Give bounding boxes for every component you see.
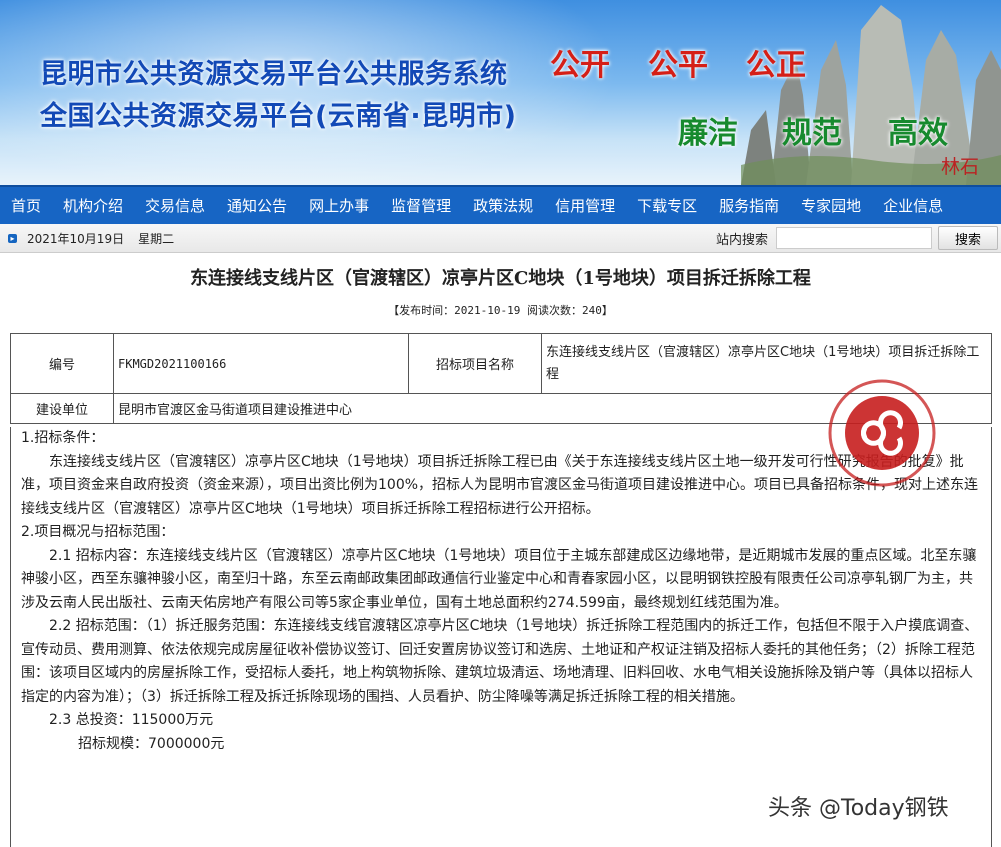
slogan-gongkai: 公开: [550, 48, 610, 83]
slogan-lianjie: 廉洁: [678, 116, 738, 151]
section2-3-text: 2.3 总投资：115000万元: [49, 712, 214, 728]
nav-item-experts[interactable]: 专家园地: [790, 195, 872, 216]
current-weekday: 星期二: [138, 231, 175, 246]
header-banner: 昆明市公共资源交易平台公共服务系统 全国公共资源交易平台(云南省·昆明市) 公开…: [0, 0, 1001, 185]
label-number: 编号: [10, 333, 114, 394]
nav-item-downloads[interactable]: 下载专区: [626, 195, 708, 216]
banner-title-line2: 全国公共资源交易平台(云南省·昆明市): [40, 101, 517, 132]
label-project-name: 招标项目名称: [408, 333, 542, 394]
nav-item-notices[interactable]: 通知公告: [216, 195, 298, 216]
nav-item-policy[interactable]: 政策法规: [462, 195, 544, 216]
site-search: 站内搜索 搜索: [716, 226, 1001, 250]
section2-heading: 2.项目概况与招标范围：: [21, 524, 175, 540]
watermark: 头条 @Today钢铁: [768, 796, 949, 821]
slogan-gaoxiao: 高效: [888, 116, 948, 151]
bid-scale-text: 招标规模：7000000元: [78, 735, 225, 752]
slogan-guifan: 规范: [782, 116, 842, 151]
banner-stamp: 林石: [940, 156, 979, 178]
nav-item-about[interactable]: 机构介绍: [52, 195, 134, 216]
project-number: FKMGD2021100166: [113, 333, 409, 394]
nav-item-enterprise[interactable]: 企业信息: [872, 195, 954, 216]
banner-title-line1: 昆明市公共资源交易平台公共服务系统: [40, 59, 508, 90]
article-title: 东连接线支线片区（官渡辖区）凉亭片区C地块（1号地块）项目拆迁拆除工程: [190, 268, 811, 289]
article-body: 1.招标条件： 东连接线支线片区（官渡辖区）凉亭片区C地块（1号地块）项目拆迁拆…: [10, 427, 992, 847]
search-label: 站内搜索: [715, 232, 768, 248]
current-date: 2021年10月19日: [27, 231, 125, 246]
article-meta: 【发布时间：2021-10-19 阅读次数：240】: [388, 304, 613, 317]
nav-item-trade-info[interactable]: 交易信息: [134, 195, 216, 216]
nav-item-credit[interactable]: 信用管理: [544, 195, 626, 216]
nav-item-online-service[interactable]: 网上办事: [298, 195, 380, 216]
label-unit: 建设单位: [10, 393, 114, 424]
main-nav: 首页 机构介绍 交易信息 通知公告 网上办事 监督管理 政策法规 信用管理 下载…: [0, 185, 1001, 224]
arrow-right-icon: ▸: [8, 233, 17, 243]
section2-2-text: 2.2 招标范围：（1）拆迁服务范围：东连接线支线官渡辖区凉亭片区C地块（1号地…: [21, 618, 979, 705]
section2-1-text: 2.1 招标内容：东连接线支线片区（官渡辖区）凉亭片区C地块（1号地块）项目位于…: [21, 547, 977, 611]
nav-item-supervision[interactable]: 监督管理: [380, 195, 462, 216]
official-seal-logo: [828, 379, 936, 487]
info-bar: ▸ 2021年10月19日 星期二 站内搜索 搜索: [0, 224, 1001, 253]
nav-item-home[interactable]: 首页: [0, 195, 52, 216]
search-button[interactable]: 搜索: [938, 226, 998, 250]
slogan-gongzheng: 公正: [746, 48, 806, 83]
nav-item-guide[interactable]: 服务指南: [708, 195, 790, 216]
search-input[interactable]: [776, 227, 932, 249]
slogan-gongping: 公平: [648, 48, 708, 83]
